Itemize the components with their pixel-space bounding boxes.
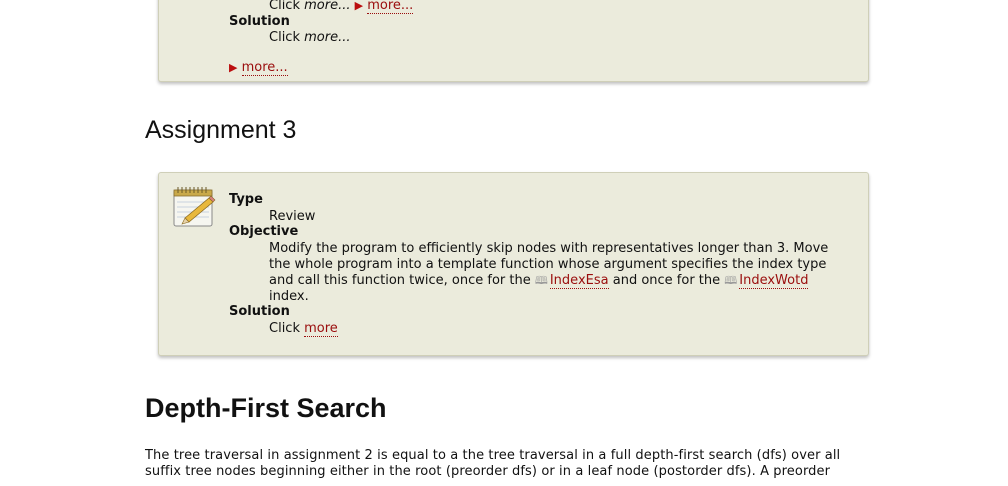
- paragraph-line: The tree traversal in assignment 2 is eq…: [145, 448, 841, 463]
- indexwotd-link[interactable]: IndexWotd: [739, 273, 809, 289]
- book-icon: 🕮: [534, 274, 548, 287]
- more-italic-text: more...: [304, 30, 351, 45]
- objective-line: Modify the program to efficiently skip n…: [269, 241, 829, 256]
- type-value: Review: [269, 209, 316, 224]
- objective-label: Objective: [229, 224, 299, 239]
- dfs-paragraph: The tree traversal in assignment 2 is eq…: [145, 448, 870, 480]
- objective-text: Modify the program to efficiently skip n…: [269, 241, 859, 305]
- triangle-right-icon[interactable]: ▶: [229, 61, 237, 74]
- more-link[interactable]: more...: [241, 60, 288, 76]
- triangle-right-icon[interactable]: ▶: [355, 0, 363, 12]
- box1-solution-line: Click more...: [269, 30, 350, 46]
- more-italic-text: more...: [304, 0, 351, 13]
- assignment-3-box: Type Review Objective Modify the program…: [158, 172, 869, 356]
- box1-bottom-more: ▶ more...: [229, 60, 288, 76]
- solution-more-link[interactable]: more: [304, 321, 338, 337]
- objective-text-segment: and once for the: [612, 273, 721, 288]
- click-text: Click: [269, 30, 300, 45]
- depth-first-search-heading: Depth-First Search: [145, 393, 387, 423]
- type-label: Type: [229, 192, 263, 207]
- indexesa-link[interactable]: IndexEsa: [549, 273, 609, 289]
- objective-line: index.: [269, 289, 309, 304]
- book-icon: 🕮: [724, 274, 738, 287]
- assignment-2-box: Click more... ▶ more... Solution Click m…: [158, 0, 869, 82]
- objective-line: the whole program into a template functi…: [269, 257, 827, 272]
- click-text: Click: [269, 0, 300, 13]
- solution-line: Click more: [269, 321, 338, 337]
- box1-click-line: Click more... ▶ more...: [269, 0, 414, 14]
- click-text: Click: [269, 321, 300, 336]
- solution-label: Solution: [229, 304, 290, 319]
- notepad-pencil-icon: [173, 187, 216, 227]
- more-link[interactable]: more...: [367, 0, 414, 14]
- paragraph-line: suffix tree nodes beginning either in th…: [145, 464, 831, 479]
- objective-text-segment: and call this function twice, once for t…: [269, 273, 531, 288]
- solution-label: Solution: [229, 14, 290, 29]
- objective-line: and call this function twice, once for t…: [269, 273, 859, 289]
- assignment-3-heading: Assignment 3: [145, 116, 297, 144]
